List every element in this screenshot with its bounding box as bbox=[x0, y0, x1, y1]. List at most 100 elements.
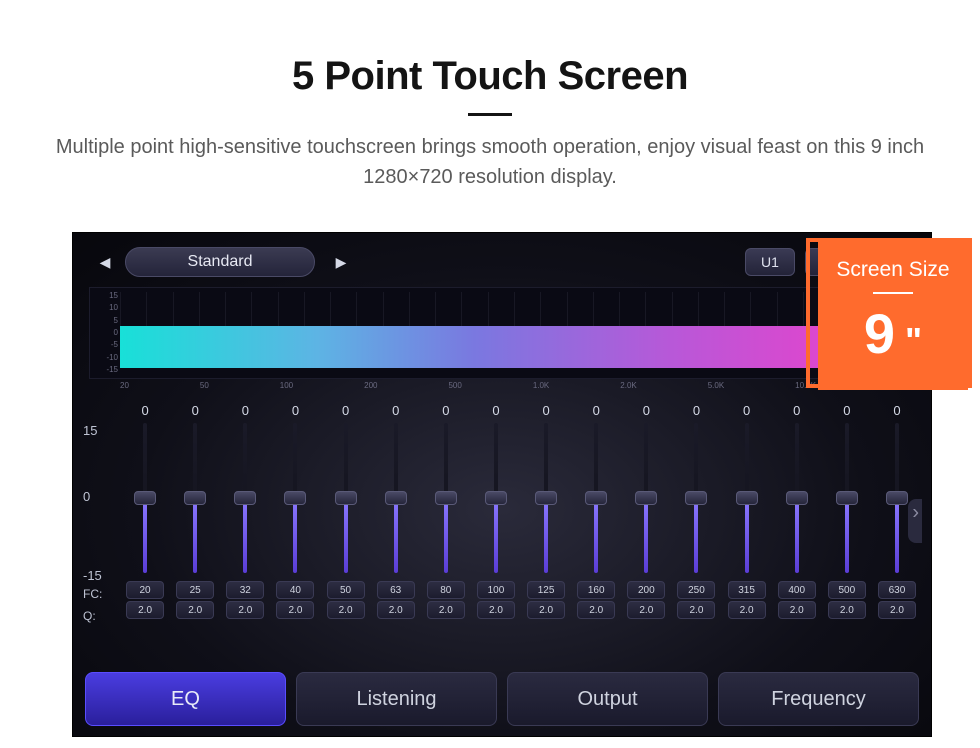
band-slider[interactable] bbox=[683, 423, 709, 573]
band-fc-chip[interactable]: 100 bbox=[477, 581, 515, 599]
preset-next-button[interactable]: ▶ bbox=[325, 248, 357, 276]
slider-thumb[interactable] bbox=[786, 491, 808, 505]
screen-size-callout: Screen Size 9 " bbox=[818, 240, 968, 390]
callout-divider bbox=[873, 292, 913, 294]
eq-sliders: 15 0 -15 FC: Q: 0202.00252.00322.00402.0… bbox=[83, 399, 921, 627]
band-slider[interactable] bbox=[734, 423, 760, 573]
band-slider[interactable] bbox=[633, 423, 659, 573]
band-fc-chip[interactable]: 40 bbox=[276, 581, 314, 599]
slider-thumb[interactable] bbox=[284, 491, 306, 505]
slider-thumb[interactable] bbox=[184, 491, 206, 505]
band-q-chip[interactable]: 2.0 bbox=[176, 601, 214, 619]
eq-band: 0632.0 bbox=[372, 399, 420, 627]
slider-thumb[interactable] bbox=[385, 491, 407, 505]
eq-band: 05002.0 bbox=[823, 399, 871, 627]
xtick: 2.0K bbox=[620, 381, 636, 390]
band-slider[interactable] bbox=[483, 423, 509, 573]
slider-thumb[interactable] bbox=[585, 491, 607, 505]
band-q-chip[interactable]: 2.0 bbox=[577, 601, 615, 619]
band-q-chip[interactable]: 2.0 bbox=[276, 601, 314, 619]
band-value: 0 bbox=[192, 399, 199, 421]
band-value: 0 bbox=[242, 399, 249, 421]
slider-thumb[interactable] bbox=[485, 491, 507, 505]
band-q-chip[interactable]: 2.0 bbox=[677, 601, 715, 619]
band-q-chip[interactable]: 2.0 bbox=[477, 601, 515, 619]
band-fc-chip[interactable]: 250 bbox=[677, 581, 715, 599]
band-fc-chip[interactable]: 80 bbox=[427, 581, 465, 599]
band-value: 0 bbox=[643, 399, 650, 421]
eq-band: 0 25 2.0 bbox=[171, 399, 219, 627]
band-slider[interactable] bbox=[784, 423, 810, 573]
user-preset-u1-button[interactable]: U1 bbox=[745, 248, 795, 276]
band-slider[interactable] bbox=[533, 423, 559, 573]
slider-thumb[interactable] bbox=[435, 491, 457, 505]
slider-thumb[interactable] bbox=[886, 491, 908, 505]
chevron-left-icon: ◀ bbox=[100, 254, 111, 271]
band-q-chip[interactable]: 2.0 bbox=[226, 601, 264, 619]
chevron-right-icon: › bbox=[912, 502, 919, 524]
callout-frame: Screen Size 9 " bbox=[806, 238, 972, 388]
band-slider[interactable] bbox=[333, 423, 359, 573]
slider-thumb[interactable] bbox=[736, 491, 758, 505]
tab-listening[interactable]: Listening bbox=[296, 672, 497, 726]
band-fc-chip[interactable]: 160 bbox=[577, 581, 615, 599]
band-slider[interactable] bbox=[834, 423, 860, 573]
band-slider[interactable] bbox=[383, 423, 409, 573]
band-slider[interactable] bbox=[232, 423, 258, 573]
ytick: 5 bbox=[94, 317, 118, 325]
band-q-chip[interactable]: 2.0 bbox=[377, 601, 415, 619]
preset-name-pill[interactable]: Standard bbox=[125, 247, 315, 277]
slider-thumb[interactable] bbox=[335, 491, 357, 505]
page-title: 5 Point Touch Screen bbox=[0, 54, 980, 99]
ytick: -15 bbox=[94, 366, 118, 374]
tab-output[interactable]: Output bbox=[507, 672, 708, 726]
band-q-chip[interactable]: 2.0 bbox=[527, 601, 565, 619]
band-slider[interactable] bbox=[433, 423, 459, 573]
device-screen: ◀ Standard ▶ U1 U2 U3 15 10 5 0 -5 -10 -… bbox=[72, 232, 932, 737]
band-fc-chip[interactable]: 315 bbox=[728, 581, 766, 599]
band-fc-chip[interactable]: 125 bbox=[527, 581, 565, 599]
band-q-chip[interactable]: 2.0 bbox=[778, 601, 816, 619]
band-fc-chip[interactable]: 500 bbox=[828, 581, 866, 599]
slider-thumb[interactable] bbox=[134, 491, 156, 505]
band-q-chip[interactable]: 2.0 bbox=[327, 601, 365, 619]
slider-thumb[interactable] bbox=[635, 491, 657, 505]
band-q-chip[interactable]: 2.0 bbox=[728, 601, 766, 619]
band-fc-chip[interactable]: 630 bbox=[878, 581, 916, 599]
xtick: 5.0K bbox=[708, 381, 724, 390]
scale-neg15: -15 bbox=[83, 549, 121, 583]
band-slider[interactable] bbox=[182, 423, 208, 573]
band-slider[interactable] bbox=[884, 423, 910, 573]
xtick: 100 bbox=[280, 381, 293, 390]
band-q-chip[interactable]: 2.0 bbox=[627, 601, 665, 619]
band-fc-chip[interactable]: 400 bbox=[778, 581, 816, 599]
band-fc-chip[interactable]: 200 bbox=[627, 581, 665, 599]
band-q-chip[interactable]: 2.0 bbox=[126, 601, 164, 619]
band-slider[interactable] bbox=[282, 423, 308, 573]
eq-band: 02502.0 bbox=[672, 399, 720, 627]
band-fc-chip[interactable]: 25 bbox=[176, 581, 214, 599]
band-fc-chip[interactable]: 63 bbox=[377, 581, 415, 599]
preset-prev-button[interactable]: ◀ bbox=[89, 248, 121, 276]
eq-band: 01602.0 bbox=[572, 399, 620, 627]
band-value: 0 bbox=[342, 399, 349, 421]
band-q-chip[interactable]: 2.0 bbox=[427, 601, 465, 619]
band-slider[interactable] bbox=[583, 423, 609, 573]
band-q-chip[interactable]: 2.0 bbox=[828, 601, 866, 619]
slider-thumb[interactable] bbox=[836, 491, 858, 505]
band-q-chip[interactable]: 2.0 bbox=[878, 601, 916, 619]
tab-eq[interactable]: EQ bbox=[85, 672, 286, 726]
band-slider[interactable] bbox=[132, 423, 158, 573]
more-bands-button[interactable]: › bbox=[912, 502, 919, 525]
tab-frequency[interactable]: Frequency bbox=[718, 672, 919, 726]
slider-thumb[interactable] bbox=[535, 491, 557, 505]
slider-thumb[interactable] bbox=[685, 491, 707, 505]
ytick: -10 bbox=[94, 354, 118, 362]
spectrum-y-axis: 15 10 5 0 -5 -10 -15 bbox=[94, 288, 118, 378]
ytick: -5 bbox=[94, 341, 118, 349]
eq-band: 04002.0 bbox=[773, 399, 821, 627]
band-fc-chip[interactable]: 32 bbox=[226, 581, 264, 599]
slider-thumb[interactable] bbox=[234, 491, 256, 505]
band-fc-chip[interactable]: 50 bbox=[327, 581, 365, 599]
band-fc-chip[interactable]: 20 bbox=[126, 581, 164, 599]
